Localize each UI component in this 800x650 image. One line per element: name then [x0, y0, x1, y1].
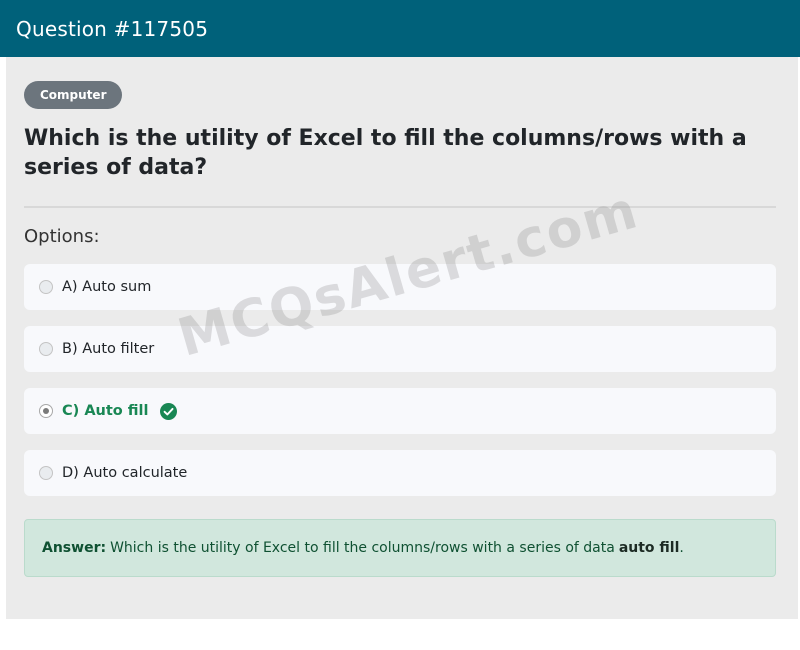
option-c-label: C) Auto fill: [62, 403, 149, 419]
options-label: Options:: [24, 226, 100, 247]
check-circle-icon: [159, 402, 177, 420]
answer-text: Which is the utility of Excel to fill th…: [110, 540, 615, 556]
option-a-radio[interactable]: [39, 280, 53, 294]
option-a-label: A) Auto sum: [62, 279, 152, 295]
option-a[interactable]: A) Auto sum: [24, 264, 776, 310]
question-card: Computer Which is the utility of Excel t…: [6, 57, 798, 619]
answer-label: Answer:: [42, 540, 107, 556]
option-d-radio[interactable]: [39, 466, 53, 480]
question-text: Which is the utility of Excel to fill th…: [24, 126, 747, 180]
option-c[interactable]: C) Auto fill: [24, 388, 776, 434]
divider: [24, 206, 776, 208]
answer-suffix: .: [679, 540, 684, 556]
page: Question #117505 Computer Which is the u…: [0, 0, 800, 650]
option-d[interactable]: D) Auto calculate: [24, 450, 776, 496]
option-c-radio[interactable]: [39, 404, 53, 418]
question-header: Question #117505: [0, 0, 800, 57]
option-b-radio[interactable]: [39, 342, 53, 356]
answer-box: Answer: Which is the utility of Excel to…: [24, 519, 776, 577]
category-badge[interactable]: Computer: [24, 81, 123, 109]
answer-highlight: auto fill: [618, 540, 680, 556]
option-b[interactable]: B) Auto filter: [24, 326, 776, 372]
option-d-label: D) Auto calculate: [62, 465, 188, 481]
question-title: Question #117505: [16, 16, 209, 41]
option-b-label: B) Auto filter: [62, 341, 155, 357]
